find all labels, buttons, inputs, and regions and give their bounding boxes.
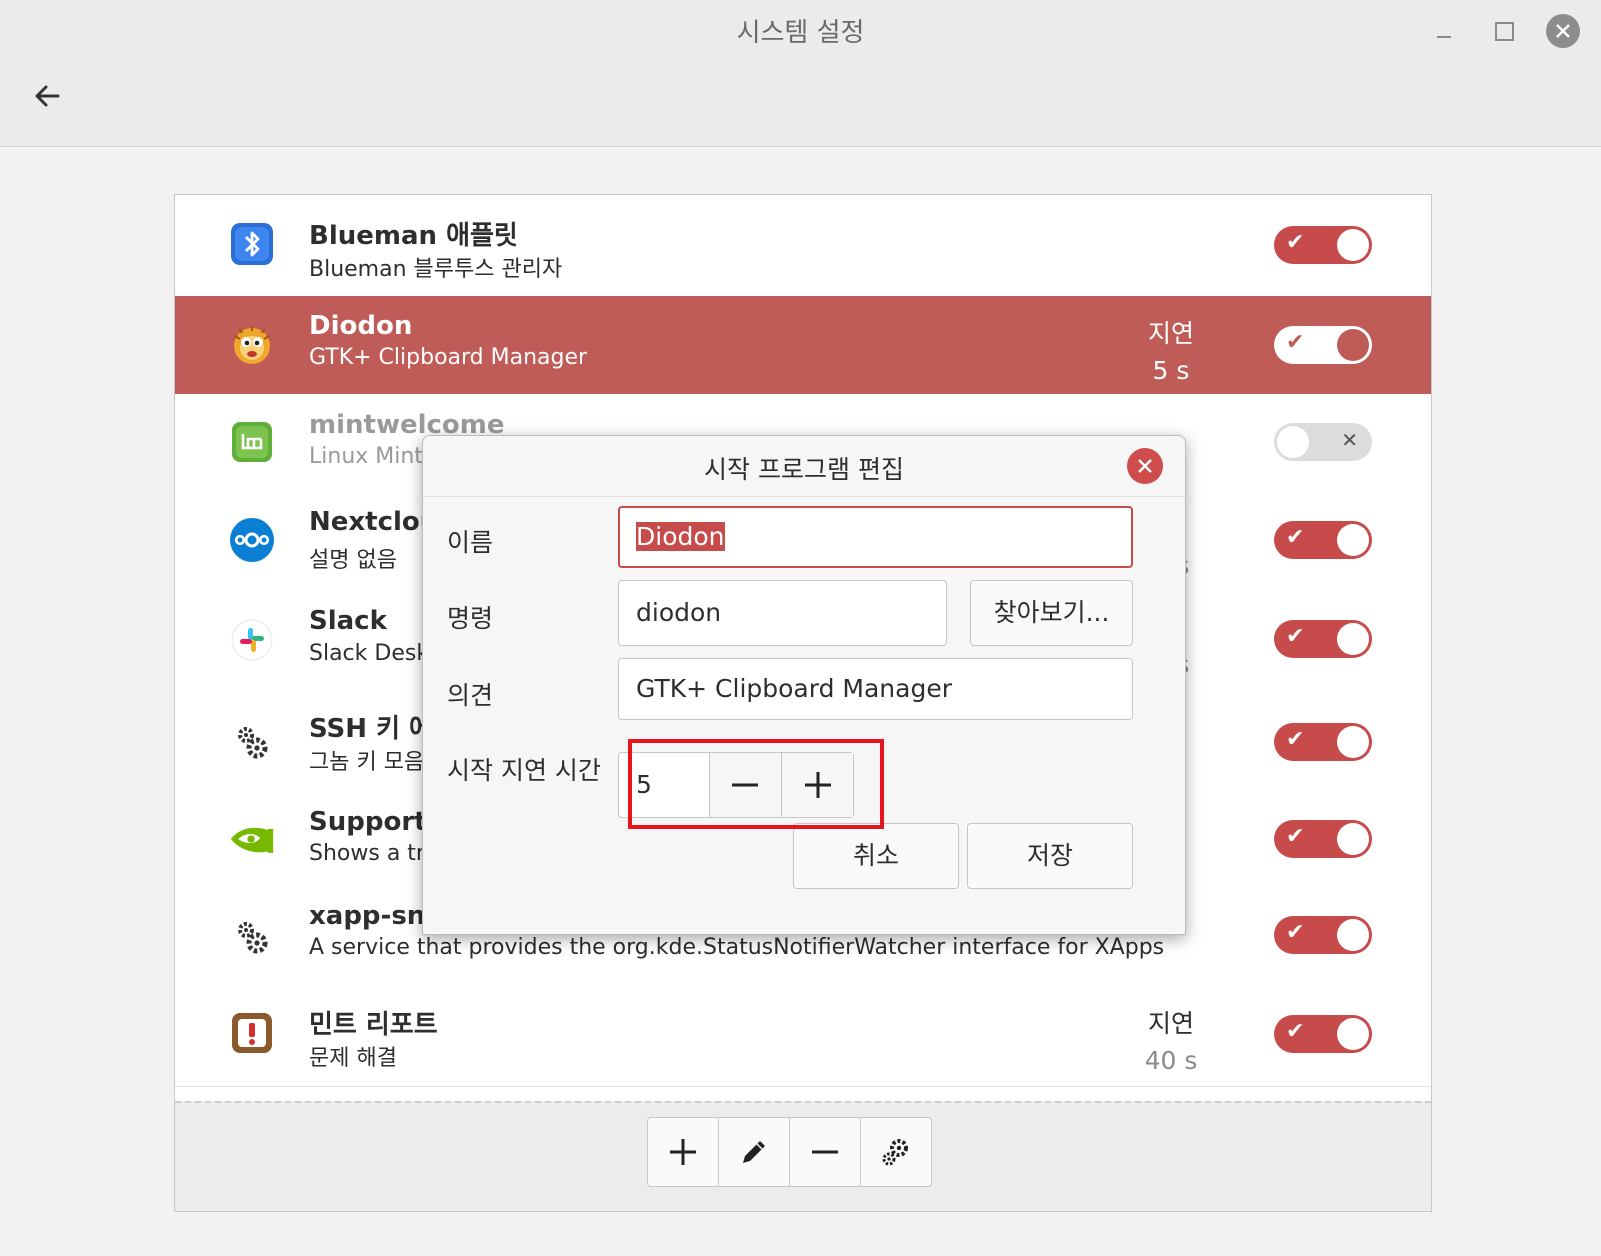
maximize-button[interactable] xyxy=(1487,14,1521,48)
close-icon xyxy=(1138,459,1152,473)
list-item-selected[interactable]: Diodon GTK+ Clipboard Manager 지연 5 s ✔ xyxy=(175,296,1431,395)
app-name: Diodon xyxy=(309,311,413,341)
enable-toggle[interactable]: ✔ xyxy=(1274,723,1372,761)
dialog-divider xyxy=(423,496,1185,497)
app-description: GTK+ Clipboard Manager xyxy=(309,345,588,370)
title-bar: 시스템 설정 xyxy=(0,0,1601,147)
pencil-icon xyxy=(743,1141,765,1163)
cancel-button[interactable]: 취소 xyxy=(793,823,959,889)
delay-info: 지연 40 s xyxy=(1131,1004,1211,1075)
comment-input[interactable]: GTK+ Clipboard Manager xyxy=(618,658,1133,720)
gears-icon xyxy=(229,914,275,960)
diodon-icon xyxy=(229,322,275,368)
delay-info: 지연 5 s xyxy=(1131,314,1211,385)
name-label: 이름 xyxy=(447,528,494,557)
delay-label: 지연 xyxy=(1147,1009,1194,1038)
app-description: A service that provides the org.kde.Stat… xyxy=(309,935,1165,960)
add-button[interactable] xyxy=(648,1118,719,1186)
window-title: 시스템 설정 xyxy=(736,18,865,48)
nvidia-icon xyxy=(229,816,275,862)
highlight-box xyxy=(628,739,884,829)
slack-icon xyxy=(229,617,275,663)
delay-label: 지연 xyxy=(1147,319,1194,348)
close-icon xyxy=(1556,24,1570,38)
check-icon: ✔ xyxy=(1286,727,1305,752)
check-icon: ✔ xyxy=(1286,824,1305,849)
list-item[interactable]: 민트 리포트 문제 해결 지연 40 s ✔ xyxy=(175,984,1431,1087)
enable-toggle[interactable]: ✔ xyxy=(1274,326,1372,364)
app-name: 민트 리포트 xyxy=(309,1010,438,1040)
delay-value: 5 s xyxy=(1152,356,1190,385)
enable-toggle[interactable]: ✔ xyxy=(1274,820,1372,858)
app-description: Slack Deskt xyxy=(309,641,438,666)
app-name: Nextclou xyxy=(309,507,439,537)
app-description: Linux Mint xyxy=(309,444,423,469)
dialog-title: 시작 프로그램 편집 xyxy=(704,455,904,484)
enable-toggle[interactable]: ✔ xyxy=(1274,620,1372,658)
close-window-button[interactable] xyxy=(1546,14,1580,48)
check-icon: ✔ xyxy=(1286,525,1305,550)
app-name: Blueman 애플릿 xyxy=(309,221,518,251)
enable-toggle[interactable]: ✕ xyxy=(1274,423,1372,461)
comment-label: 의견 xyxy=(447,681,494,710)
back-button[interactable] xyxy=(28,76,68,116)
command-label: 명령 xyxy=(447,604,494,633)
run-button[interactable] xyxy=(861,1118,931,1186)
list-toolbar xyxy=(175,1101,1431,1211)
minimize-icon xyxy=(1437,36,1451,38)
back-arrow-icon xyxy=(35,85,60,107)
app-name: Slack xyxy=(309,606,387,636)
startup-delay-label: 시작 지연 시간 xyxy=(447,756,601,785)
app-description: 그놈 키 모음 xyxy=(309,750,425,775)
app-name: SSH 키 에 xyxy=(309,714,433,744)
check-icon: ✔ xyxy=(1286,330,1305,355)
app-description: 문제 해결 xyxy=(309,1046,397,1071)
cross-icon: ✕ xyxy=(1341,428,1358,452)
enable-toggle[interactable]: ✔ xyxy=(1274,1015,1372,1053)
delay-value: 40 s xyxy=(1144,1046,1198,1075)
name-input-value: Diodon xyxy=(636,522,725,551)
app-description: Blueman 블루투스 관리자 xyxy=(309,257,563,282)
app-description: 설명 없음 xyxy=(309,548,397,573)
save-button[interactable]: 저장 xyxy=(967,823,1133,889)
toolbar-button-group xyxy=(647,1117,932,1187)
edit-startup-dialog: 시작 프로그램 편집 이름 Diodon 명령 diodon 찾아보기... 의… xyxy=(422,435,1186,935)
gears-icon xyxy=(882,1139,908,1166)
minimize-button[interactable] xyxy=(1427,14,1461,48)
check-icon: ✔ xyxy=(1286,230,1305,255)
enable-toggle[interactable]: ✔ xyxy=(1274,916,1372,954)
check-icon: ✔ xyxy=(1286,920,1305,945)
remove-button[interactable] xyxy=(790,1118,861,1186)
command-input[interactable]: diodon xyxy=(618,580,947,646)
system-settings-window: 시스템 설정 Blueman 애플릿 Blueman 블루투스 관리자 ✔ Di xyxy=(0,0,1601,1256)
mintwelcome-icon xyxy=(229,419,275,465)
nextcloud-icon xyxy=(229,517,275,563)
name-input[interactable]: Diodon xyxy=(618,506,1133,568)
minus-icon xyxy=(812,1150,838,1154)
plus-icon xyxy=(670,1139,696,1165)
maximize-icon xyxy=(1494,21,1514,41)
check-icon: ✔ xyxy=(1286,1019,1305,1044)
enable-toggle[interactable]: ✔ xyxy=(1274,226,1372,264)
app-description: Shows a tra xyxy=(309,841,439,866)
browse-button[interactable]: 찾아보기... xyxy=(970,580,1133,646)
check-icon: ✔ xyxy=(1286,624,1305,649)
edit-button[interactable] xyxy=(719,1118,790,1186)
enable-toggle[interactable]: ✔ xyxy=(1274,521,1372,559)
list-item[interactable]: Blueman 애플릿 Blueman 블루투스 관리자 ✔ xyxy=(175,195,1431,297)
gears-icon xyxy=(229,719,275,765)
dialog-close-button[interactable] xyxy=(1127,448,1163,484)
mintreport-icon xyxy=(229,1010,275,1056)
bluetooth-icon xyxy=(229,221,275,267)
